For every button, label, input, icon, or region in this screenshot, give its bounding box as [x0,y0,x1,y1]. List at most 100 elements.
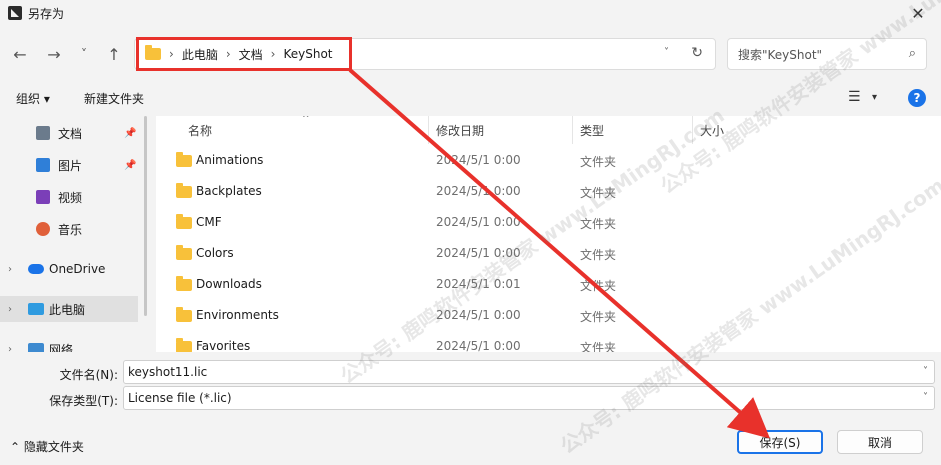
file-name: Favorites [196,339,251,352]
file-date: 2024/5/1 0:00 [436,339,521,352]
file-row[interactable]: Environments 2024/5/1 0:00 文件夹 [156,301,941,332]
column-header-size[interactable]: 大小 [700,122,724,139]
file-date: 2024/5/1 0:00 [436,184,521,198]
recent-locations-icon[interactable]: ˅ [72,42,96,66]
search-input[interactable]: 搜索"KeyShot" ⌕ [727,38,927,70]
picture-icon [36,158,50,172]
folder-icon [176,276,192,291]
close-button[interactable]: ✕ [895,0,941,26]
sidebar-scrollbar[interactable] [144,116,147,316]
save-button[interactable]: 保存(S) [737,430,823,454]
sidebar-item-label: 音乐 [58,222,83,237]
column-header-type[interactable]: 类型 [580,122,604,139]
chevron-down-icon[interactable]: ˅ [923,392,928,403]
app-icon [8,6,22,20]
organize-button[interactable]: 组织 ▾ [16,90,50,107]
breadcrumb-keyshot[interactable]: KeyShot [283,47,332,61]
filename-label: 文件名(N): [59,368,118,382]
expand-chevron-icon[interactable]: › [8,264,12,275]
search-icon: ⌕ [908,46,916,61]
save-options-panel: 文件名(N): keyshot11.lic ˅ 保存类型(T): License… [0,352,941,465]
file-type: 文件夹 [580,279,617,293]
refresh-icon[interactable]: ↻ [691,45,703,61]
view-caret-icon[interactable]: ▾ [872,92,877,103]
network-icon [28,343,44,352]
chevron-down-icon[interactable]: ˅ [923,366,928,377]
breadcrumb-separator: › [169,47,174,61]
folder-icon [176,152,192,167]
address-dropdown-icon[interactable]: ˅ [664,47,669,58]
folder-icon [145,45,161,60]
navigation-pane: 文档 📌 图片 📌 视频 音乐 › OneDrive › 此电脑 › 网络 [0,116,148,352]
file-list: 名称 ^ 修改日期 类型 大小 Animations 2024/5/1 0:00… [156,116,941,352]
sidebar-item-label: 网络 [49,342,74,353]
file-date: 2024/5/1 0:00 [436,308,521,322]
pin-icon: 📌 [124,127,137,139]
file-row[interactable]: CMF 2024/5/1 0:00 文件夹 [156,208,941,239]
expand-chevron-icon[interactable]: › [8,344,12,353]
file-row[interactable]: Favorites 2024/5/1 0:00 文件夹 [156,332,941,352]
file-type: 文件夹 [580,217,617,231]
window-title: 另存为 [28,6,65,21]
file-row[interactable]: Animations 2024/5/1 0:00 文件夹 [156,146,941,177]
computer-icon [28,303,44,315]
sidebar-item-pictures[interactable]: 图片 📌 [0,152,138,178]
file-date: 2024/5/1 0:00 [436,215,521,229]
breadcrumb-separator: › [270,47,276,61]
column-header-name[interactable]: 名称 [188,122,212,139]
search-placeholder: 搜索"KeyShot" [738,47,823,62]
address-bar[interactable]: › 此电脑 › 文档 › KeyShot ˅ ↻ [134,38,716,70]
folder-icon [176,307,192,322]
new-folder-button[interactable]: 新建文件夹 [84,90,144,107]
file-row[interactable]: Backplates 2024/5/1 0:00 文件夹 [156,177,941,208]
file-type-label: 保存类型(T): [49,394,118,408]
cloud-icon [28,264,44,274]
sidebar-item-label: 文档 [58,126,83,141]
view-options-icon[interactable]: ☰ [848,89,861,105]
file-type-value: License file (*.lic) [128,391,232,405]
column-header-date[interactable]: 修改日期 [436,122,484,139]
sidebar-item-label: OneDrive [49,262,106,276]
file-date: 2024/5/1 0:00 [436,153,521,167]
sidebar-item-this-pc[interactable]: › 此电脑 [0,296,138,322]
column-divider[interactable] [692,116,693,144]
sidebar-item-documents[interactable]: 文档 📌 [0,120,138,146]
file-type: 文件夹 [580,310,617,324]
title-bar: 另存为 ✕ [0,0,941,26]
file-type: 文件夹 [580,186,617,200]
help-icon[interactable]: ? [908,89,926,107]
column-divider[interactable] [428,116,429,144]
command-toolbar: 组织 ▾ 新建文件夹 ☰ ▾ ? [0,84,941,112]
file-name: Backplates [196,184,262,198]
sidebar-item-music[interactable]: 音乐 [0,216,138,242]
file-name: Downloads [196,277,262,291]
file-type-select[interactable]: License file (*.lic) ˅ [123,386,935,410]
expand-chevron-icon[interactable]: › [8,304,12,315]
column-divider[interactable] [572,116,573,144]
back-arrow-icon[interactable]: ← [8,42,32,66]
file-row[interactable]: Colors 2024/5/1 0:00 文件夹 [156,239,941,270]
up-arrow-icon[interactable]: ↑ [102,42,126,66]
pin-icon: 📌 [124,159,137,171]
sidebar-item-onedrive[interactable]: › OneDrive [0,256,138,282]
cancel-button[interactable]: 取消 [837,430,923,454]
sidebar-item-videos[interactable]: 视频 [0,184,138,210]
folder-icon [176,245,192,260]
file-date: 2024/5/1 0:00 [436,246,521,260]
file-row[interactable]: Downloads 2024/5/1 0:01 文件夹 [156,270,941,301]
hide-folders-toggle[interactable]: ⌃ 隐藏文件夹 [10,438,84,455]
file-name: Environments [196,308,279,322]
file-date: 2024/5/1 0:01 [436,277,521,291]
file-type: 文件夹 [580,341,617,352]
file-name: Animations [196,153,264,167]
breadcrumb-this-pc[interactable]: 此电脑 [182,46,218,63]
breadcrumb-documents[interactable]: 文档 [239,46,263,63]
filename-input[interactable]: keyshot11.lic ˅ [123,360,935,384]
file-type: 文件夹 [580,155,617,169]
sidebar-item-label: 视频 [58,190,83,205]
file-name: Colors [196,246,234,260]
sidebar-item-network[interactable]: › 网络 [0,336,138,352]
forward-arrow-icon[interactable]: → [42,42,66,66]
folder-icon [176,183,192,198]
sidebar-item-label: 图片 [58,158,83,173]
